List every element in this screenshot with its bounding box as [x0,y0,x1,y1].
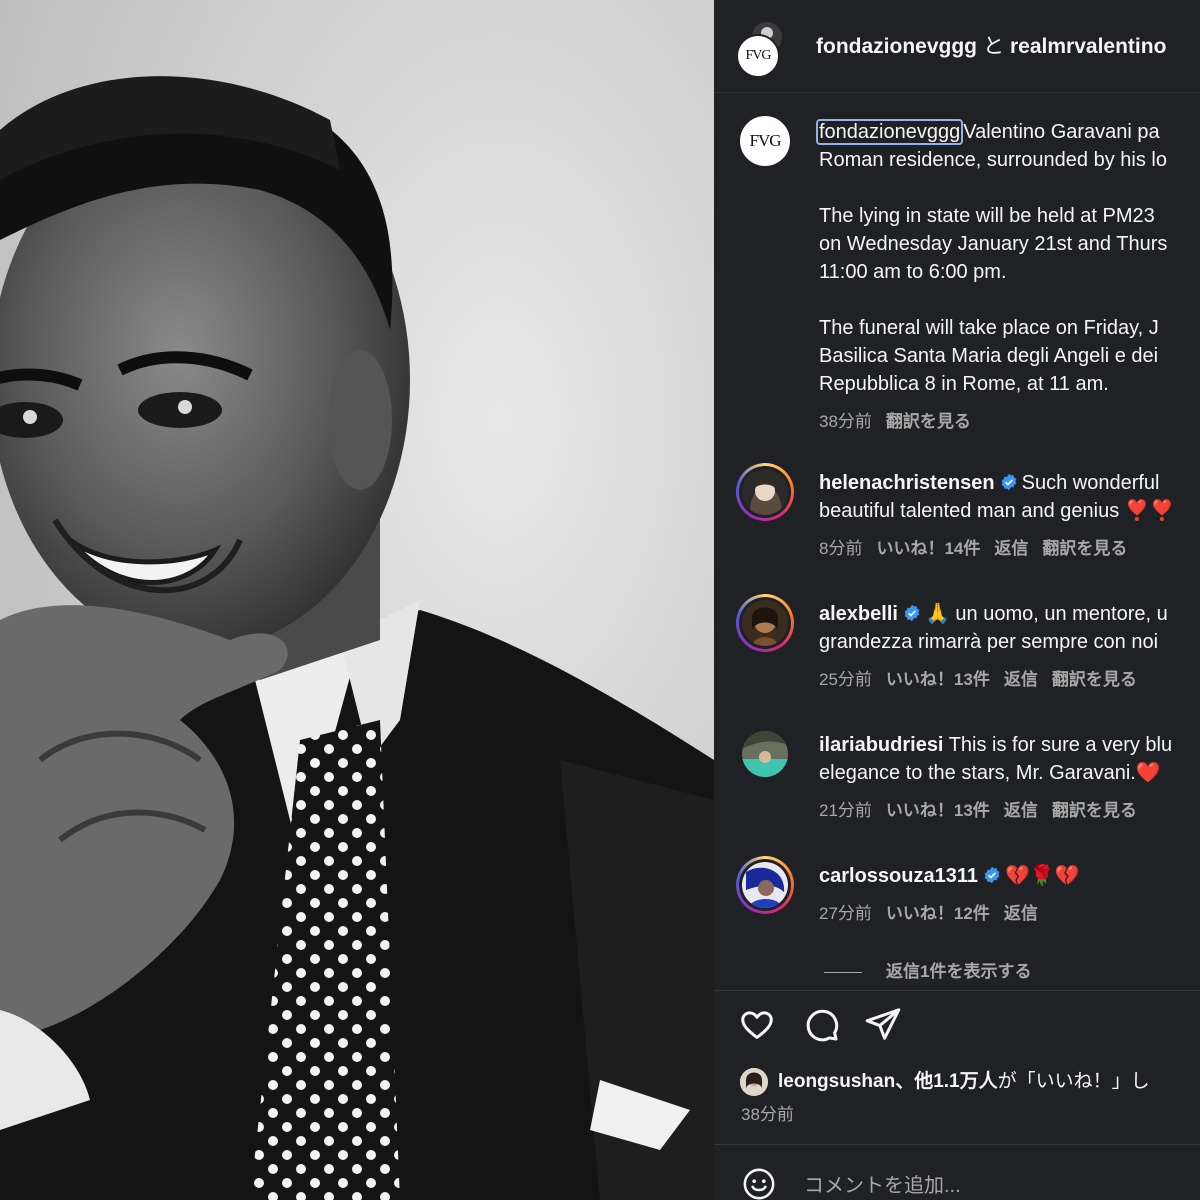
verified-badge-icon [904,604,920,622]
action-bar [714,990,1200,1051]
reply-button[interactable]: 返信 [1004,801,1038,820]
verified-badge-icon [984,866,1000,884]
reply-button[interactable]: 返信 [1004,904,1038,923]
caption-translate-link[interactable]: 翻訳を見る [886,412,971,431]
comment-username[interactable]: helenachristensen [819,472,995,494]
comment-avatar[interactable] [736,463,794,521]
comment-input[interactable] [802,1171,1186,1200]
comment-meta: 21分前 いいね！13件 返信 翻訳を見る [819,797,1199,825]
post-header: FVG fondazionevggg と realmrvalentino [714,0,1200,93]
share-icon[interactable] [864,1005,902,1043]
portrait-image [0,0,714,1200]
comment-likes[interactable]: いいね！13件 [886,801,990,820]
comment-text: 💔🌹💔 [1005,865,1080,887]
comment-username[interactable]: carlossouza1311 [819,865,978,887]
comment-likes[interactable]: いいね！13件 [886,670,990,689]
view-replies-button[interactable]: 返信1件を表示する [824,957,1031,982]
caption-meta: 38分前 翻訳を見る [819,408,1200,436]
heart-icon[interactable] [738,1005,776,1043]
post-timestamp: 38分前 [741,1105,794,1124]
caption-time: 38分前 [819,412,872,431]
comment-text: beautiful talented man and genius ❣️❣️ [819,500,1175,522]
comment-icon[interactable] [802,1005,840,1043]
fvg-logo: FVG [736,34,780,78]
caption-line: The funeral will take place on Friday, J [819,317,1159,339]
comment-text: 🙏 un uomo, un mentore, u [924,603,1168,625]
comment-text: Such wonderful [1021,472,1160,494]
caption-line: Repubblica 8 in Rome, at 11 am. [819,373,1109,395]
translate-link[interactable]: 翻訳を見る [1052,670,1137,689]
post-photo [0,0,714,1200]
caption-line: Valentino Garavani pa [963,121,1160,143]
header-accounts: fondazionevggg と realmrvalentino [816,30,1166,60]
comment-meta: 25分前 いいね！13件 返信 翻訳を見る [819,666,1199,694]
avatar-image [742,469,788,515]
liker-username[interactable]: leongsushan [778,1071,895,1092]
caption-line: The lying in state will be held at PM23 [819,205,1155,227]
likes-suffix: が「いいね！」し [997,1071,1150,1092]
comment-text: grandezza rimarrà per sempre con noi [819,631,1159,653]
comment-meta: 27分前 いいね！12件 返信 [819,900,1199,928]
header-account-2[interactable]: realmrvalentino [1010,35,1166,58]
comment-meta: 8分前 いいね！14件 返信 翻訳を見る [819,535,1199,563]
comment-time: 8分前 [819,539,863,558]
caption-username[interactable]: fondazionevggg [816,119,964,145]
comment-text: elegance to the stars, Mr. Garavani.❤️ [819,762,1161,784]
caption-line: on Wednesday January 21st and Thurs [819,233,1168,255]
translate-link[interactable]: 翻訳を見る [1042,539,1127,558]
avatar-image [742,600,788,646]
comment-avatar[interactable] [736,594,794,652]
post-detail-panel: FVG fondazionevggg と realmrvalentino FVG f… [714,0,1200,1200]
verified-badge-icon [1001,473,1017,491]
comment-username[interactable]: ilariabudriesi [819,734,944,756]
post-caption: fondazionevggg Valentino Garavani pa Roma… [816,118,1200,436]
likes-count[interactable]: 、他1.1万人 [895,1071,997,1092]
comment-time: 25分前 [819,670,872,689]
comment-avatar[interactable] [736,725,794,783]
caption-avatar[interactable]: FVG [740,116,790,166]
caption-line: 11:00 am to 6:00 pm. [819,261,1007,283]
comment-likes[interactable]: いいね！12件 [886,904,990,923]
header-avatar[interactable]: FVG [736,22,782,78]
translate-link[interactable]: 翻訳を見る [1052,801,1137,820]
avatar-image [742,862,788,908]
fvg-logo: FVG [740,116,790,166]
liker-avatar-image [740,1067,768,1096]
reply-button[interactable]: 返信 [1004,670,1038,689]
header-joiner: と [983,35,1004,58]
view-replies-label: 返信1件を表示する [886,962,1032,981]
liker-avatar[interactable] [740,1067,768,1096]
caption-line: Basilica Santa Maria degli Angeli e dei [819,345,1159,367]
comment-bar [714,1144,1200,1200]
comment-username[interactable]: alexbelli [819,603,898,625]
likes-summary[interactable]: leongsushan、他1.1万人が「いいね！」し [740,1066,1150,1096]
comment-avatar[interactable] [736,856,794,914]
comment-text: This is for sure a very blu [948,734,1173,756]
header-account-1[interactable]: fondazionevggg [816,35,977,58]
replies-divider [824,972,862,974]
comment-time: 21分前 [819,801,872,820]
avatar-image [742,731,788,777]
emoji-icon[interactable] [742,1167,776,1200]
comment-time: 27分前 [819,904,872,923]
reply-button[interactable]: 返信 [994,539,1028,558]
caption-line: Roman residence, surrounded by his lo [819,149,1167,171]
comment-likes[interactable]: いいね！14件 [876,539,980,558]
